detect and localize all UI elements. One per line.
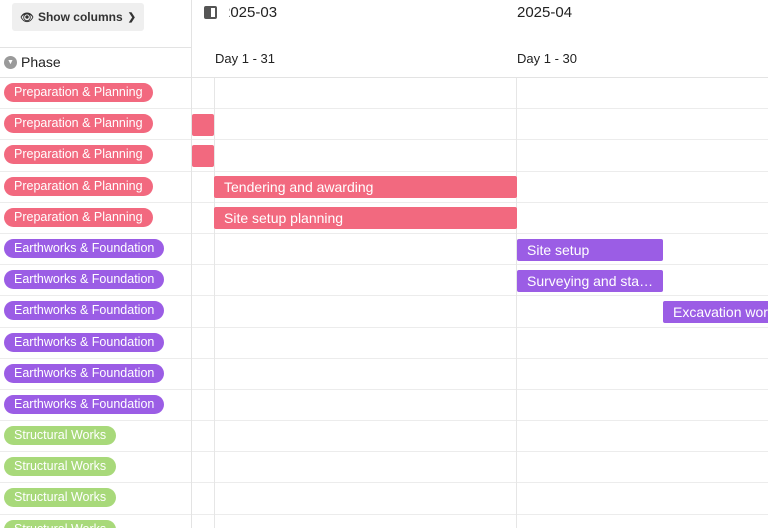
task-bar[interactable]: Site setup planning (214, 207, 517, 230)
task-bar[interactable]: Surveying and sta… (517, 269, 663, 292)
phase-column-pane: 👁 Show columns ❯ ▼ Phase Preparation & P… (0, 0, 192, 528)
month-label-april: 2025-04 (517, 4, 573, 21)
phase-row[interactable]: Preparation & Planning (0, 140, 191, 172)
column-type-icon: ▼ (4, 55, 17, 69)
month-gridline (516, 78, 517, 528)
phase-tag: Earthworks & Foundation (4, 301, 165, 321)
timeline-row (192, 140, 768, 172)
timeline-row (192, 109, 768, 141)
task-bar[interactable] (192, 144, 214, 167)
phase-tag: Preparation & Planning (4, 83, 153, 102)
timeline-row (192, 421, 768, 453)
task-bar[interactable]: Excavation work (663, 300, 768, 323)
timeline-row (192, 390, 768, 422)
eye-icon: 👁 (20, 11, 34, 24)
task-bar[interactable]: Site setup (517, 238, 663, 261)
day-range-march: Day 1 - 31 (215, 51, 275, 66)
phase-row[interactable]: Earthworks & Foundation (0, 359, 191, 390)
phase-tag: Earthworks & Foundation (4, 270, 165, 290)
phase-header-label: Phase (21, 54, 61, 70)
phase-row[interactable]: Structural Works (0, 483, 191, 515)
phase-row[interactable]: Preparation & Planning (0, 109, 191, 141)
phase-tag: Earthworks & Foundation (4, 238, 165, 258)
phase-tag: Preparation & Planning (4, 176, 153, 196)
day-range-april: Day 1 - 30 (517, 51, 577, 66)
timeline-row (192, 515, 768, 528)
phase-row[interactable]: Preparation & Planning (0, 203, 191, 234)
timeline-row (192, 452, 768, 484)
timeline-row (192, 359, 768, 390)
phase-row[interactable]: Structural Works (0, 452, 191, 484)
phase-tag: Structural Works (4, 426, 117, 446)
phase-tag: Preparation & Planning (4, 145, 153, 165)
phase-row[interactable]: Structural Works (0, 421, 191, 453)
gantt-timeline: 2025-03 2025-04 Day 1 - 31 Day 1 - 30 Te… (192, 0, 768, 528)
phase-row[interactable]: Earthworks & Foundation (0, 234, 191, 266)
timeline-row (192, 328, 768, 359)
task-bar[interactable]: Tendering and awarding (214, 176, 517, 199)
phase-tag: Structural Works (4, 457, 117, 477)
show-columns-label: Show columns (37, 10, 123, 24)
phase-row[interactable]: Preparation & Planning (0, 172, 191, 203)
chevron-down-icon: ❯ (127, 11, 137, 23)
month-label-march: 2025-03 (222, 4, 278, 21)
task-bar[interactable] (192, 113, 214, 136)
phase-row[interactable]: Earthworks & Foundation (0, 390, 191, 422)
phase-row[interactable]: Earthworks & Foundation (0, 265, 191, 297)
timeline-row (192, 234, 768, 266)
timeline-row (192, 265, 768, 297)
phase-tag: Earthworks & Foundation (4, 363, 165, 383)
phase-list: Preparation & Planning Preparation & Plan… (0, 78, 191, 528)
toolbar: 👁 Show columns ❯ (0, 0, 191, 48)
phase-tag: Structural Works (4, 488, 117, 508)
phase-tag: Structural Works (4, 519, 117, 528)
phase-tag: Earthworks & Foundation (4, 332, 165, 352)
phase-row[interactable]: Earthworks & Foundation (0, 328, 191, 359)
phase-row[interactable]: Structural Works (0, 515, 191, 528)
phase-row[interactable]: Earthworks & Foundation (0, 296, 191, 328)
show-columns-button[interactable]: 👁 Show columns ❯ (12, 3, 145, 31)
timeline-row (192, 483, 768, 515)
phase-tag: Earthworks & Foundation (4, 394, 165, 414)
month-gridline (214, 78, 215, 528)
phase-tag: Preparation & Planning (4, 114, 153, 134)
phase-tag: Preparation & Planning (4, 207, 153, 227)
collapse-panel-icon[interactable] (204, 6, 217, 19)
phase-row[interactable]: Preparation & Planning (0, 78, 191, 110)
timeline-row (192, 78, 768, 110)
month-header: 2025-03 2025-04 (192, 0, 768, 38)
phase-column-header[interactable]: ▼ Phase (0, 47, 191, 78)
